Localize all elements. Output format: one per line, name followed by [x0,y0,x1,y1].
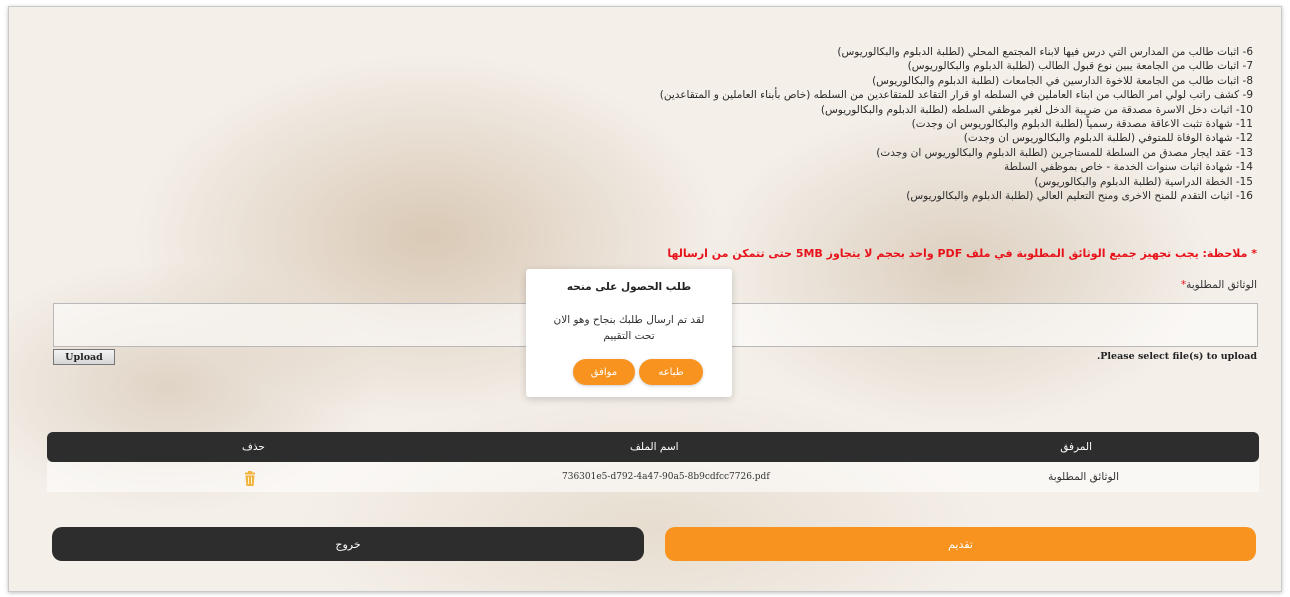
document-item: 14- شهادة اثبات سنوات الخدمة - خاص بموظف… [1003,161,1253,174]
document-item: 8- اثبات طالب من الجامعة للاخوة الدارسين… [872,74,1253,87]
print-button[interactable]: طباعه [639,359,703,385]
document-item: 10- اثبات دخل الاسرة مصدقة من ضريبة الدخ… [820,103,1253,116]
column-header-delete: حذف [242,441,265,453]
document-item: 16- اثبات التقدم للمنح الاخرى ومنح التعل… [906,190,1253,203]
attachments-table-header: المرفق اسم الملف حذف [47,432,1259,462]
document-item: 9- كشف راتب لولي امر الطالب من ابناء الع… [659,89,1253,102]
document-item: 15- الخطة الدراسية (لطلبة الدبلوم والبكا… [1034,175,1253,188]
document-item: 7- اثبات طالب من الجامعة يبين نوع قبول ا… [907,60,1253,73]
document-item: 6- اثبات طالب من المدارس التي درس فيها ل… [837,46,1253,58]
file-name-cell: 736301e5-d792-4a47-90a5-8b9cdfcc7726.pdf [562,472,770,482]
dialog-title: طلب الحصول على منحه [566,281,692,293]
document-item: 11- شهادة تثبت الاعاقة مصدقة رسمياً (لطل… [911,118,1253,131]
exit-button[interactable]: خروج [52,527,644,561]
field-label-text: الوثائق المطلوبة [1186,279,1257,291]
document-item: 13- عقد ايجار مصدق من السلطة للمستاجرين … [876,146,1253,159]
page-frame: 6- اثبات طالب من المدارس التي درس فيها ل… [8,6,1282,592]
column-header-attachment: المرفق [1060,441,1092,453]
required-documents-list: 6- اثبات طالب من المدارس التي درس فيها ل… [533,45,1253,203]
table-row: الوثائق المطلوبة 736301e5-d792-4a47-90a5… [47,462,1259,492]
upload-button[interactable]: Upload [53,349,115,365]
column-header-file-name: اسم الملف [630,441,679,453]
ok-button[interactable]: موافق [573,359,635,385]
submit-button[interactable]: تقديم [665,527,1256,561]
trash-icon[interactable] [243,471,257,486]
document-item: 12- شهادة الوفاة للمتوفي (لطلبة الدبلوم … [963,132,1253,145]
upload-hint: .Please select file(s) to upload [1096,351,1257,362]
pdf-size-note: * ملاحظة: يجب تجهيز جميع الوثائق المطلوب… [667,247,1257,260]
required-documents-label: الوثائق المطلوبة* [1181,279,1257,291]
attachment-cell: الوثائق المطلوبة [1048,471,1119,483]
dialog-message: لقد تم ارسال طلبك بنجاح وهو الان تحت الت… [553,314,705,342]
success-dialog: طلب الحصول على منحه لقد تم ارسال طلبك بن… [526,269,732,397]
